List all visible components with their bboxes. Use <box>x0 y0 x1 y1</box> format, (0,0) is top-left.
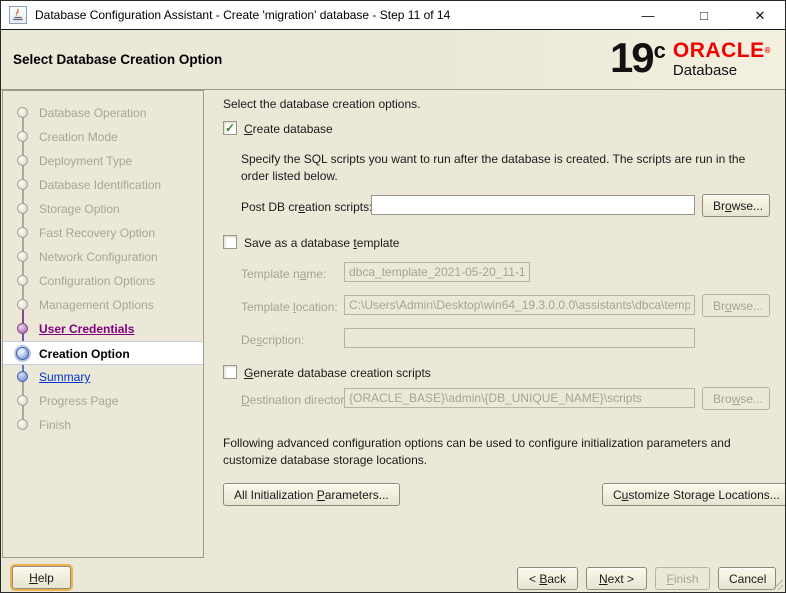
step-dot <box>17 419 28 430</box>
template-location-input <box>344 295 695 315</box>
step-dot <box>17 179 28 190</box>
customize-storage-locations-button[interactable]: Customize Storage Locations... <box>602 483 786 506</box>
wizard-header: Select Database Creation Option 19 c ORA… <box>1 30 785 90</box>
step-dot-current <box>16 347 29 360</box>
window-controls: — □ ✕ <box>635 1 773 30</box>
description-label: Description: <box>241 333 304 347</box>
finish-button: Finish <box>655 567 710 590</box>
description-input <box>344 328 695 348</box>
create-database-checkbox[interactable]: ✓ <box>223 121 237 135</box>
save-template-checkbox[interactable] <box>223 235 237 249</box>
sidebar-item-fast-recovery-option: Fast Recovery Option <box>3 221 203 245</box>
title-bar: Database Configuration Assistant - Creat… <box>1 1 785 30</box>
destination-directory-label: Destination directory: <box>241 393 354 407</box>
advanced-options-note: Following advanced configuration options… <box>223 435 768 469</box>
save-template-label[interactable]: Save as a database template <box>244 236 399 250</box>
logo-product: Database <box>673 62 771 79</box>
destination-directory-browse-button: Browse... <box>702 387 770 410</box>
step-dot <box>17 395 28 406</box>
post-db-scripts-input[interactable] <box>371 195 695 215</box>
destination-directory-input <box>344 388 695 408</box>
check-icon: ✓ <box>225 121 235 135</box>
create-database-label[interactable]: Create database <box>244 122 333 136</box>
generate-scripts-label[interactable]: Generate database creation scripts <box>244 366 431 380</box>
sidebar-item-configuration-options: Configuration Options <box>3 269 203 293</box>
template-name-label: Template name: <box>241 267 326 281</box>
step-dot <box>17 371 28 382</box>
all-initialization-parameters-button[interactable]: All Initialization Parameters... <box>223 483 400 506</box>
sidebar-item-network-configuration: Network Configuration <box>3 245 203 269</box>
generate-scripts-checkbox[interactable] <box>223 365 237 379</box>
next-button[interactable]: Next > <box>586 567 647 590</box>
post-db-scripts-browse-button[interactable]: Browse... <box>702 194 770 217</box>
template-name-input <box>344 262 530 282</box>
template-location-browse-button: Browse... <box>702 294 770 317</box>
back-button[interactable]: < Back <box>517 567 578 590</box>
window-title: Database Configuration Assistant - Creat… <box>35 8 450 22</box>
step-dot <box>17 107 28 118</box>
step-dot <box>17 299 28 310</box>
intro-text: Select the database creation options. <box>223 97 420 111</box>
step-dot <box>17 323 28 334</box>
sidebar-item-progress-page: Progress Page <box>3 389 203 413</box>
sidebar-item-database-operation: Database Operation <box>3 101 203 125</box>
registered-mark: ® <box>765 46 771 55</box>
dbca-window: Database Configuration Assistant - Creat… <box>0 0 786 593</box>
step-dot <box>17 251 28 262</box>
sidebar-item-storage-option: Storage Option <box>3 197 203 221</box>
maximize-icon[interactable]: □ <box>691 1 717 30</box>
sidebar-item-deployment-type: Deployment Type <box>3 149 203 173</box>
sidebar-item-user-credentials[interactable]: User Credentials <box>3 317 203 341</box>
java-icon <box>9 6 27 24</box>
logo-version: 19 <box>610 37 653 79</box>
sidebar-item-finish: Finish <box>3 413 203 437</box>
help-button[interactable]: Help <box>12 566 71 589</box>
template-location-label: Template location: <box>241 300 338 314</box>
post-scripts-description: Specify the SQL scripts you want to run … <box>241 151 757 185</box>
oracle-19c-logo: 19 c ORACLE® Database <box>610 37 771 79</box>
sidebar-item-management-options: Management Options <box>3 293 203 317</box>
sidebar-item-creation-mode: Creation Mode <box>3 125 203 149</box>
step-dot <box>17 203 28 214</box>
step-dot <box>17 275 28 286</box>
step-dot <box>17 227 28 238</box>
close-icon[interactable]: ✕ <box>747 1 773 30</box>
oracle-wordmark: ORACLE® <box>673 41 771 61</box>
wizard-step-list: Database Operation Creation Mode Deploym… <box>2 90 204 558</box>
sidebar-item-creation-option: Creation Option <box>3 341 203 365</box>
page-title: Select Database Creation Option <box>13 52 222 67</box>
sidebar-item-summary[interactable]: Summary <box>3 365 203 389</box>
step-dot <box>17 131 28 142</box>
minimize-icon[interactable]: — <box>635 1 661 30</box>
logo-edition: c <box>654 38 666 64</box>
post-db-scripts-label: Post DB creation scripts: <box>241 200 372 214</box>
cancel-button[interactable]: Cancel <box>718 567 776 590</box>
sidebar-item-database-identification: Database Identification <box>3 173 203 197</box>
step-dot <box>17 155 28 166</box>
